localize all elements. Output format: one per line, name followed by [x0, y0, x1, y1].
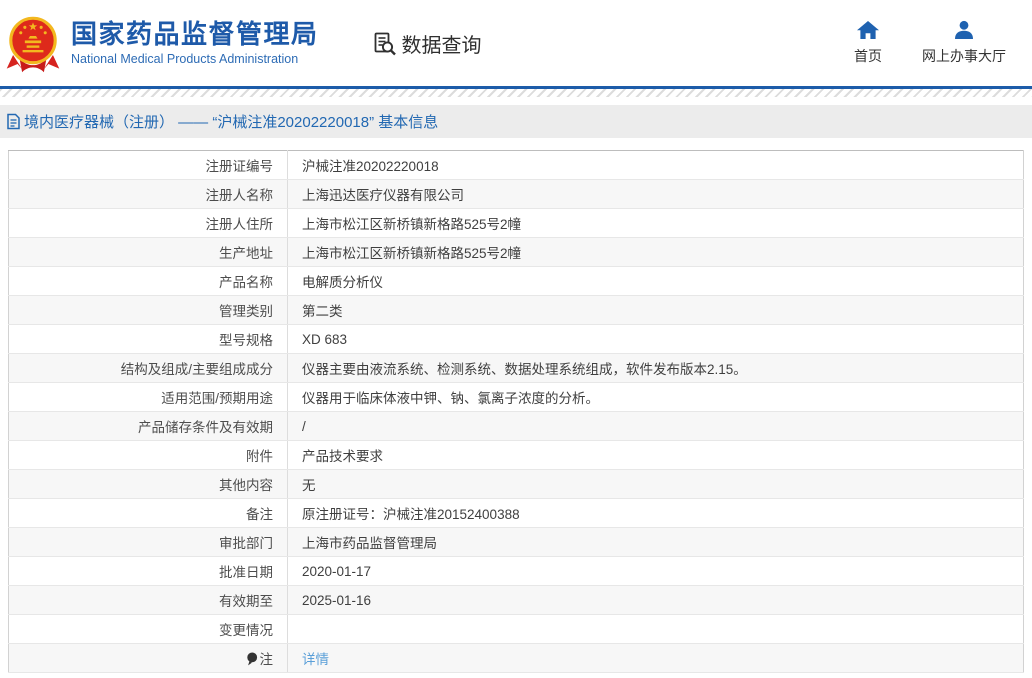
row-value: 2020-01-17 [287, 556, 1024, 586]
row-label: 注册人住所 [8, 208, 288, 238]
breadcrumb: 境内医疗器械（注册） —— “沪械注准20202220018” 基本信息 [0, 105, 1032, 138]
table-row: 管理类别 第二类 [8, 295, 1024, 325]
row-label: 产品储存条件及有效期 [8, 411, 288, 441]
page-title: 境内医疗器械（注册） —— “沪械注准20202220018” 基本信息 [24, 114, 439, 131]
table-row: 注册证编号 沪械注准20202220018 [8, 150, 1024, 180]
table-row: 审批部门 上海市药品监督管理局 [8, 527, 1024, 557]
row-value: 产品技术要求 [287, 440, 1024, 470]
table-row: 型号规格 XD 683 [8, 324, 1024, 354]
row-value: 上海市松江区新桥镇新格路525号2幢 [287, 237, 1024, 267]
row-label: 批准日期 [8, 556, 288, 586]
row-value: 仪器主要由液流系统、检测系统、数据处理系统组成，软件发布版本2.15。 [287, 353, 1024, 383]
registration-info-table-wrap: 注册证编号 沪械注准20202220018 注册人名称 上海迅达医疗仪器有限公司 注册人… [8, 150, 1024, 673]
row-label: 注册证编号 [8, 150, 288, 180]
nav-home-label: 首页 [854, 48, 882, 64]
row-label: 适用范围/预期用途 [8, 382, 288, 412]
row-label: 审批部门 [8, 527, 288, 557]
info-table-body: 注册证编号 沪械注准20202220018 注册人名称 上海迅达医疗仪器有限公司 注册人… [8, 150, 1024, 673]
row-value: 2025-01-16 [287, 585, 1024, 615]
row-value: 沪械注准20202220018 [287, 150, 1024, 180]
user-icon [955, 20, 973, 39]
row-label: 管理类别 [8, 295, 288, 325]
row-label: 结构及组成/主要组成成分 [8, 353, 288, 383]
row-value: 电解质分析仪 [287, 266, 1024, 296]
table-row: 其他内容无 [8, 469, 1024, 499]
table-row: 变更情况 [8, 614, 1024, 644]
row-value: 原注册证号：沪械注准20152400388 [287, 498, 1024, 528]
agency-name-cn: 国家药品监督管理局 [71, 18, 319, 49]
table-row: 备注 原注册证号：沪械注准20152400388 [8, 498, 1024, 528]
table-row: 注册人名称 上海迅达医疗仪器有限公司 [8, 179, 1024, 209]
national-emblem-logo [6, 16, 60, 73]
header-nav: 首页 网上办事大厅 [854, 20, 1006, 66]
row-label: 生产地址 [8, 237, 288, 267]
row-label: 注 [8, 643, 288, 673]
row-label: 备注 [8, 498, 288, 528]
table-row: 生产地址 上海市松江区新桥镇新格路525号2幢 [8, 237, 1024, 267]
data-query-nav[interactable]: 数据查询 [371, 29, 482, 58]
table-row: 批准日期 2020-01-17 [8, 556, 1024, 586]
table-row: 产品名称 电解质分析仪 [8, 266, 1024, 296]
table-row: 注册人住所 上海市松江区新桥镇新格路525号2幢 [8, 208, 1024, 238]
row-value: 无 [287, 469, 1024, 499]
table-row: 有效期至 2025-01-16 [8, 585, 1024, 615]
hatch-band [0, 89, 1032, 97]
home-icon [857, 21, 879, 39]
row-value: 上海迅达医疗仪器有限公司 [287, 179, 1024, 209]
detail-link[interactable]: 详情 [302, 652, 329, 667]
table-row: 附件 产品技术要求 [8, 440, 1024, 470]
row-value: 仪器用于临床体液中钾、钠、氯离子浓度的分析。 [287, 382, 1024, 412]
row-value: XD 683 [287, 324, 1024, 354]
agency-title-block: 国家药品监督管理局 National Medical Products Admi… [71, 18, 319, 67]
table-row: 适用范围/预期用途 仪器用于临床体液中钾、钠、氯离子浓度的分析。 [8, 382, 1024, 412]
agency-name-en: National Medical Products Administration [71, 52, 299, 67]
row-value: 第二类 [287, 295, 1024, 325]
document-search-icon [374, 32, 396, 55]
balloon-icon [246, 652, 258, 669]
nav-home[interactable]: 首页 [854, 20, 882, 66]
row-value: 详情 [287, 643, 1024, 673]
data-query-label: 数据查询 [401, 34, 482, 57]
row-value [287, 614, 1024, 644]
table-row: 结构及组成/主要组成成分 仪器主要由液流系统、检测系统、数据处理系统组成，软件发布… [8, 353, 1024, 383]
nav-service-hall[interactable]: 网上办事大厅 [922, 20, 1006, 66]
nav-service-hall-label: 网上办事大厅 [922, 48, 1006, 64]
row-label: 有效期至 [8, 585, 288, 615]
row-label: 附件 [8, 440, 288, 470]
site-header: 国家药品监督管理局 National Medical Products Admi… [0, 0, 1032, 86]
registration-info-table: 注册证编号 沪械注准20202220018 注册人名称 上海迅达医疗仪器有限公司 注册人… [8, 150, 1024, 673]
row-value: / [287, 411, 1024, 441]
row-label: 注册人名称 [8, 179, 288, 209]
row-value: 上海市松江区新桥镇新格路525号2幢 [287, 208, 1024, 238]
row-label: 其他内容 [8, 469, 288, 499]
table-row: 注详情 [8, 643, 1024, 673]
row-label: 型号规格 [8, 324, 288, 354]
page-icon [6, 113, 21, 130]
row-label: 变更情况 [8, 614, 288, 644]
row-value: 上海市药品监督管理局 [287, 527, 1024, 557]
table-row: 产品储存条件及有效期 / [8, 411, 1024, 441]
row-label: 产品名称 [8, 266, 288, 296]
